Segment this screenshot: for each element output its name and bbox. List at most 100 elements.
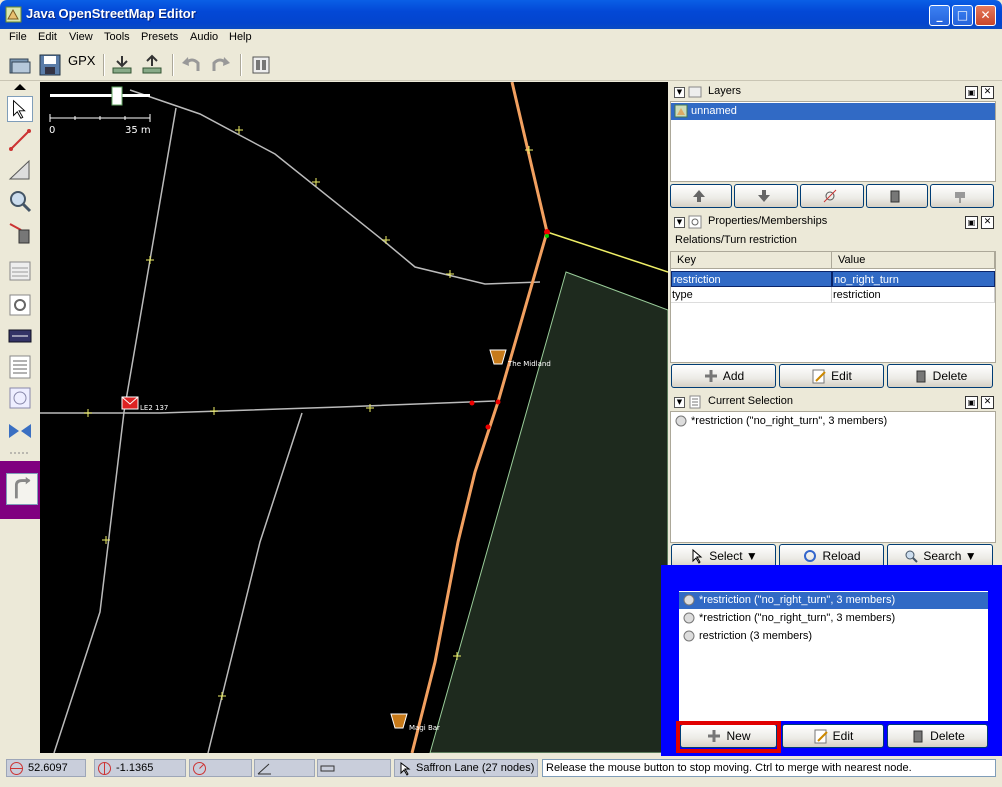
draw-tool-icon[interactable] — [7, 127, 33, 153]
history-toggle-icon[interactable] — [7, 324, 33, 350]
list-item[interactable]: *restriction ("no_right_turn", 3 members… — [679, 592, 988, 609]
add-tag-button[interactable]: Add — [671, 364, 776, 388]
properties-toggle-icon[interactable] — [7, 292, 33, 318]
edit-icon — [812, 369, 826, 384]
conflict-toggle-icon[interactable] — [7, 418, 33, 444]
select-label: Select — [709, 549, 743, 563]
zoom-tool-icon[interactable] — [7, 188, 33, 214]
edit-tag-button[interactable]: Edit — [779, 364, 884, 388]
delete-layer-button[interactable] — [866, 184, 928, 208]
menu-file[interactable]: File — [9, 31, 27, 43]
delete-tag-button[interactable]: Delete — [887, 364, 993, 388]
close-button[interactable]: ✕ — [975, 5, 996, 26]
relation-icon — [683, 612, 695, 624]
selection-list-icon — [689, 395, 701, 409]
select-tool-icon[interactable] — [7, 96, 33, 122]
download-icon[interactable] — [110, 53, 134, 77]
properties-panel-header: ▼ Properties/Memberships ▣ ✕ — [670, 213, 996, 231]
list-item[interactable]: *restriction ("no_right_turn", 3 members… — [671, 413, 995, 430]
menu-help[interactable]: Help — [229, 31, 252, 43]
menu-edit[interactable]: Edit — [38, 31, 57, 43]
delete-label: Delete — [930, 729, 965, 743]
menu-presets[interactable]: Presets — [141, 31, 178, 43]
toggle-visibility-button[interactable] — [800, 184, 864, 208]
toolbar-separator — [240, 54, 242, 76]
close-panel-icon[interactable]: ✕ — [981, 216, 994, 229]
merge-layer-button[interactable] — [930, 184, 994, 208]
menu-audio[interactable]: Audio — [190, 31, 218, 43]
latitude-value: 52.6097 — [28, 762, 68, 774]
undo-icon[interactable] — [180, 53, 204, 77]
edit-relation-button[interactable]: Edit — [782, 724, 884, 748]
scale-min-label: 0 — [49, 125, 56, 136]
menu-view[interactable]: View — [69, 31, 93, 43]
heading-icon — [193, 762, 206, 775]
status-message: Release the mouse button to stop moving.… — [542, 759, 996, 777]
dock-icon[interactable]: ▣ — [965, 216, 978, 229]
left-toolbar — [0, 82, 40, 753]
column-header-value[interactable]: Value — [832, 252, 995, 269]
list-item-label: *restriction ("no_right_turn", 3 members… — [691, 415, 888, 427]
collapse-toggle-icon[interactable]: ▼ — [674, 397, 685, 408]
move-layer-down-button[interactable] — [734, 184, 798, 208]
redo-icon[interactable] — [208, 53, 232, 77]
list-item-label: *restriction ("no_right_turn", 3 members… — [699, 594, 896, 606]
new-button-highlight — [676, 721, 781, 753]
table-cell-value[interactable]: no_right_turn — [832, 271, 995, 287]
column-header-key[interactable]: Key — [671, 252, 832, 269]
dock-icon[interactable]: ▣ — [965, 86, 978, 99]
scroll-up-icon[interactable] — [14, 84, 26, 90]
list-item[interactable]: *restriction ("no_right_turn", 3 members… — [679, 610, 988, 627]
selection-list-toggle-icon[interactable] — [7, 354, 33, 380]
table-cell-key[interactable]: type — [671, 287, 832, 303]
visibility-icon — [823, 189, 837, 203]
list-item[interactable]: restriction (3 members) — [679, 628, 988, 645]
table-cell-key[interactable]: restriction — [671, 271, 832, 287]
turn-restriction-plugin-icon[interactable] — [6, 473, 38, 505]
relation-icon — [683, 594, 695, 606]
save-icon[interactable] — [38, 53, 62, 77]
menu-tools[interactable]: Tools — [104, 31, 130, 43]
upload-icon[interactable] — [140, 53, 164, 77]
move-layer-up-button[interactable] — [670, 184, 732, 208]
scale-max-label: 35 m — [125, 125, 151, 136]
edit-label: Edit — [832, 729, 854, 743]
search-label: Search — [923, 549, 962, 563]
way-name-field: Saffron Lane (27 nodes) — [394, 759, 538, 777]
latitude-field: 52.6097 — [6, 759, 86, 777]
minimize-button[interactable]: _ — [929, 5, 950, 26]
open-file-icon[interactable] — [8, 53, 32, 77]
improve-way-icon[interactable] — [7, 157, 33, 183]
chevron-down-icon[interactable]: ▼ — [965, 549, 977, 563]
maximize-button[interactable]: □ — [952, 5, 973, 26]
collapse-toggle-icon[interactable]: ▼ — [674, 87, 685, 98]
longitude-icon — [98, 762, 111, 775]
close-panel-icon[interactable]: ✕ — [981, 86, 994, 99]
delete-relation-button[interactable]: Delete — [887, 724, 988, 748]
table-cell-value[interactable]: restriction — [832, 287, 995, 303]
preferences-icon[interactable] — [249, 53, 273, 77]
layers-toggle-icon[interactable] — [7, 258, 33, 284]
map-canvas[interactable] — [40, 82, 668, 753]
map-view[interactable]: 0 35 m LE2 137 The Midland Magi Bar — [40, 82, 668, 753]
close-panel-icon[interactable]: ✕ — [981, 396, 994, 409]
properties-table: Key Value restriction no_right_turn type… — [670, 251, 996, 363]
reload-icon — [804, 549, 817, 562]
properties-subtitle: Relations/Turn restriction — [675, 234, 797, 246]
toolbar-separator — [172, 54, 174, 76]
properties-title: Properties/Memberships — [708, 215, 828, 227]
distance-field — [317, 759, 391, 777]
layer-item[interactable]: unnamed — [671, 103, 995, 120]
way-name-value: Saffron Lane (27 nodes) — [416, 762, 535, 774]
chevron-down-icon[interactable]: ▼ — [746, 549, 758, 563]
selection-title: Current Selection — [708, 395, 793, 407]
relation-toggle-icon[interactable] — [7, 385, 33, 411]
gpx-export-icon[interactable]: GPX — [68, 53, 96, 77]
add-icon — [704, 369, 717, 382]
delete-tool-icon[interactable] — [7, 220, 33, 246]
arrow-down-icon — [758, 189, 770, 202]
main-toolbar: GPX — [0, 48, 1002, 81]
edit-label: Edit — [831, 369, 852, 383]
dock-icon[interactable]: ▣ — [965, 396, 978, 409]
collapse-toggle-icon[interactable]: ▼ — [674, 217, 685, 228]
